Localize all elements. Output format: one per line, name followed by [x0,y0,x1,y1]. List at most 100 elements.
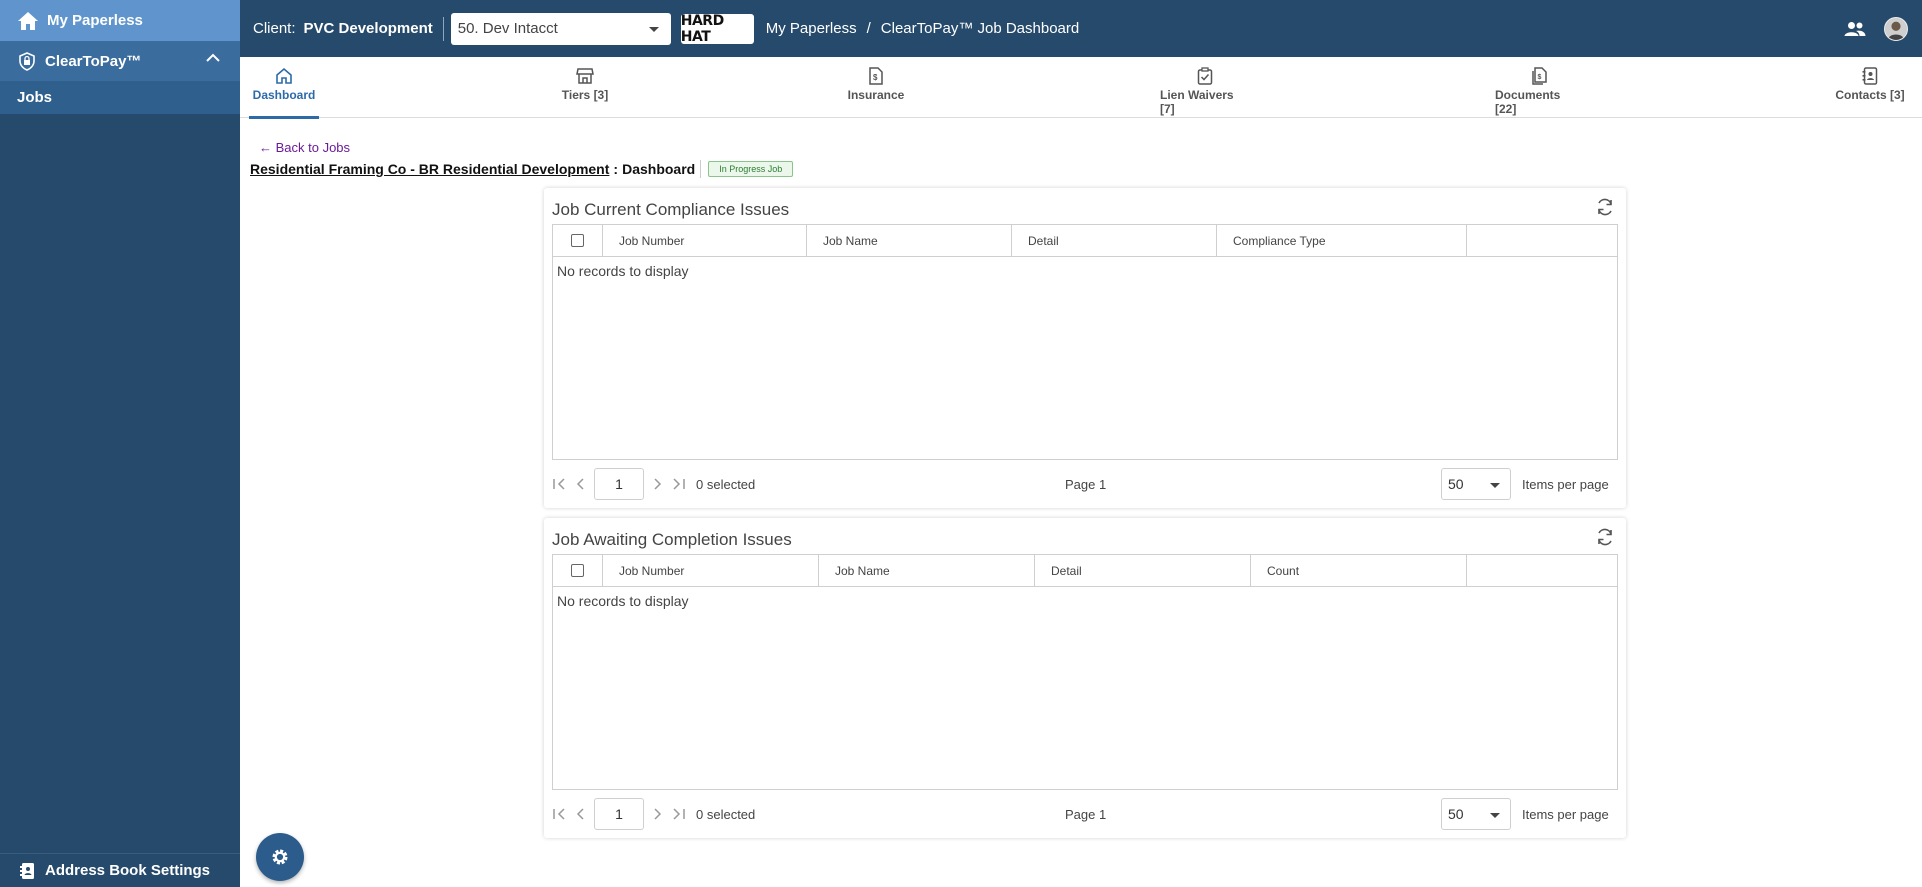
tab-dashboard[interactable]: Dashboard [249,57,319,119]
contacts-icon [1862,67,1878,85]
column-header-actions [1467,555,1617,586]
user-avatar[interactable] [1884,16,1908,41]
page-size-select[interactable]: 50 [1441,798,1511,830]
gear-icon [272,849,288,865]
items-per-page-label: Items per page [1522,476,1609,492]
refresh-icon[interactable] [1596,528,1614,546]
column-header-compliance-type[interactable]: Compliance Type [1217,225,1467,256]
last-page-icon[interactable] [672,478,686,490]
select-all-cell [553,555,603,586]
caret-down-icon [1490,483,1500,488]
column-header-actions [1467,225,1617,256]
pager: 1 0 selected Page 1 50 Items per page [552,466,1618,502]
chevron-up-icon[interactable] [206,53,220,63]
sidebar-item-label: Jobs [17,89,53,106]
page-label: Page 1 [1065,476,1107,492]
insurance-doc-icon: $ [869,67,883,85]
pager: 1 0 selected Page 1 50 Items per page [552,796,1618,832]
selected-count: 0 selected [696,806,756,822]
select-all-cell [553,225,603,256]
settings-button[interactable] [256,833,304,881]
status-badge: In Progress Job [708,161,794,177]
topbar-actions [1844,0,1922,57]
entity-select-value: 50. Dev Intacct [457,20,558,37]
sidebar: My Paperless ClearToPay™ Jobs Address Bo… [0,0,240,887]
page-number-input[interactable]: 1 [594,798,644,830]
back-to-jobs-link[interactable]: ← Back to Jobs [259,140,350,155]
sidebar-item-jobs[interactable]: Jobs [0,81,240,114]
divider [442,16,444,41]
client-name: PVC Development [303,20,433,37]
sidebar-item-label: My Paperless [47,12,143,29]
empty-message: No records to display [557,593,689,609]
address-book-settings-link[interactable]: Address Book Settings [0,853,240,887]
documents-icon: $ [1532,67,1547,85]
selected-count: 0 selected [696,476,756,492]
compliance-issues-grid: Job Number Job Name Detail Compliance Ty… [552,224,1618,460]
panel-title: Job Awaiting Completion Issues [552,530,792,549]
page-size-select[interactable]: 50 [1441,468,1511,500]
next-page-icon[interactable] [654,808,662,820]
column-header-job-name[interactable]: Job Name [807,225,1012,256]
awaiting-completion-panel: Job Awaiting Completion Issues Job Numbe… [544,518,1626,838]
address-book-settings-label: Address Book Settings [45,862,211,879]
prev-page-icon[interactable] [576,478,584,490]
next-page-icon[interactable] [654,478,662,490]
refresh-icon[interactable] [1596,198,1614,216]
top-bar: Client: PVC Development 50. Dev Intacct … [240,0,1922,57]
column-header-job-name[interactable]: Job Name [819,555,1035,586]
page-size-value: 50 [1448,806,1464,822]
tab-lien-waivers[interactable]: Lien Waivers [7] [1160,57,1250,118]
people-icon[interactable] [1844,21,1866,37]
entity-select[interactable]: 50. Dev Intacct [450,12,671,45]
hard-hat-logo: HARD HAT [680,13,754,45]
tab-documents[interactable]: $ Documents [22] [1495,57,1585,118]
home-icon [18,11,38,30]
breadcrumb-current: ClearToPay™ Job Dashboard [880,20,1080,37]
empty-message: No records to display [557,263,689,279]
caret-down-icon [1490,813,1500,818]
tab-tiers[interactable]: Tiers [3] [556,57,614,118]
items-per-page-label: Items per page [1522,806,1609,822]
sidebar-section-label: ClearToPay™ [45,52,142,70]
column-header-detail[interactable]: Detail [1012,225,1217,256]
column-header-detail[interactable]: Detail [1035,555,1251,586]
column-header-count[interactable]: Count [1251,555,1467,586]
divider [700,160,702,178]
page-title: Residential Framing Co - BR Residential … [250,160,794,178]
client-label: Client: [253,20,296,37]
home-icon [276,67,292,84]
tab-insurance[interactable]: $ Insurance [846,57,906,118]
clipboard-check-icon [1197,67,1213,85]
store-icon [576,68,594,84]
select-all-checkbox[interactable] [571,234,584,247]
shield-lock-icon [19,51,35,71]
svg-text:$: $ [1538,74,1542,81]
column-header-job-number[interactable]: Job Number [603,225,807,256]
grid-header: Job Number Job Name Detail Compliance Ty… [553,225,1617,257]
page-size-value: 50 [1448,476,1464,492]
grid-header: Job Number Job Name Detail Count [553,555,1617,587]
user-avatar-icon [1885,17,1907,40]
address-book-icon [20,862,34,879]
awaiting-completion-grid: Job Number Job Name Detail Count No reco… [552,554,1618,790]
first-page-icon[interactable] [552,808,566,820]
prev-page-icon[interactable] [576,808,584,820]
compliance-issues-panel: Job Current Compliance Issues Job Number… [544,188,1626,508]
column-header-job-number[interactable]: Job Number [603,555,819,586]
sidebar-item-my-paperless[interactable]: My Paperless [0,0,240,41]
breadcrumb-separator: / [866,20,871,37]
job-name-link[interactable]: Residential Framing Co - BR Residential … [250,161,609,177]
first-page-icon[interactable] [552,478,566,490]
tab-bar: Dashboard Tiers [3] $ Insurance Lien Wai… [240,57,1922,119]
breadcrumb-my-paperless[interactable]: My Paperless [766,20,857,37]
page-name: Dashboard [622,161,696,177]
caret-down-icon [648,26,659,32]
tab-contacts[interactable]: Contacts [3] [1832,57,1908,118]
svg-text:$: $ [873,73,878,82]
sidebar-section-cleartopay[interactable]: ClearToPay™ [0,41,240,81]
last-page-icon[interactable] [672,808,686,820]
panel-title: Job Current Compliance Issues [552,200,790,219]
select-all-checkbox[interactable] [571,564,584,577]
page-number-input[interactable]: 1 [594,468,644,500]
